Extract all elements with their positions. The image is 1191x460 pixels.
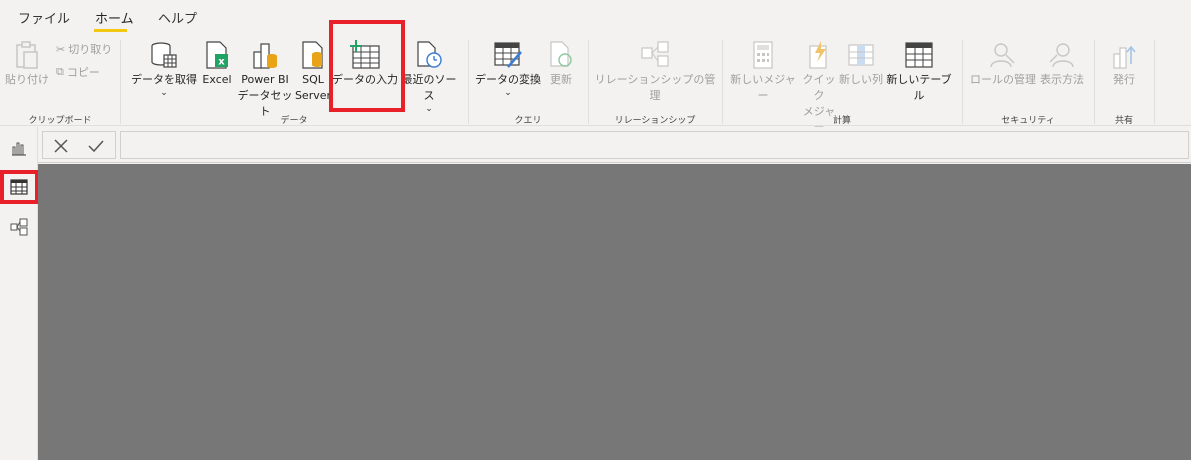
publish-label: 発行 <box>1113 73 1135 86</box>
relationships-icon <box>641 41 669 67</box>
powerbi-dataset-button[interactable]: Power BI データセット <box>235 40 295 120</box>
quick-measure-icon <box>809 41 827 69</box>
separator <box>588 40 589 124</box>
sql-server-icon <box>302 41 323 69</box>
scissors-icon: ✂ <box>56 42 66 56</box>
excel-button[interactable]: x Excel <box>200 40 234 88</box>
transform-data-button[interactable]: データの変換 ⌄ <box>474 40 542 98</box>
formula-bar <box>38 127 1191 163</box>
manage-relationships-button[interactable]: リレーションシップの管理 <box>594 40 716 104</box>
separator <box>120 40 121 124</box>
tab-home[interactable]: ホーム <box>95 8 134 27</box>
sql-label-2: Server <box>294 89 332 102</box>
excel-label: Excel <box>202 73 232 86</box>
new-table-label: 新しいテーブル <box>886 73 952 102</box>
paste-label: 貼り付け <box>5 73 49 86</box>
recent-sources-button[interactable]: 最近のソース ⌄ <box>398 40 460 114</box>
data-canvas <box>38 164 1191 460</box>
chevron-down-icon: ⌄ <box>160 88 168 98</box>
separator <box>962 40 963 124</box>
view-as-icon <box>1049 43 1074 68</box>
cut-button[interactable]: ✂ 切り取り <box>56 41 112 57</box>
new-measure-label: 新しいメジャー <box>730 73 796 102</box>
formula-actions <box>42 131 116 159</box>
sql-server-button[interactable]: SQL Server <box>294 40 332 104</box>
cut-label: 切り取り <box>68 43 113 56</box>
refresh-icon <box>550 41 572 67</box>
new-column-button[interactable]: 新しい列 <box>839 40 883 88</box>
ribbon-tabs: ファイル ホーム ヘルプ <box>0 0 1191 34</box>
share-group-label: 共有 <box>1114 116 1133 126</box>
calculator-icon <box>753 41 773 69</box>
manage-relationships-label: リレーションシップの管理 <box>594 73 716 102</box>
calc-group-label: 計算 <box>832 116 851 126</box>
highlight-enter-data <box>329 20 405 112</box>
database-icon <box>151 42 177 68</box>
manage-roles-label: ロールの管理 <box>970 73 1036 86</box>
report-view-icon[interactable] <box>9 138 29 158</box>
model-view-icon[interactable] <box>9 217 29 237</box>
sql-label-1: SQL <box>302 73 324 86</box>
chevron-down-icon: ⌄ <box>504 88 512 98</box>
separator <box>1154 40 1155 124</box>
publish-icon <box>1113 45 1136 69</box>
commit-check-icon[interactable] <box>87 138 105 154</box>
new-column-icon <box>848 44 874 66</box>
manage-roles-icon <box>990 43 1015 68</box>
powerbi-label-1: Power BI <box>241 73 289 86</box>
excel-icon: x <box>206 41 228 69</box>
new-measure-button[interactable]: 新しいメジャー <box>728 40 798 104</box>
copy-button[interactable]: ⧉ コピー <box>56 64 100 80</box>
transform-data-icon <box>494 42 522 68</box>
view-as-label: 表示方法 <box>1040 73 1084 86</box>
new-column-label: 新しい列 <box>839 73 883 86</box>
svg-text:x: x <box>218 57 225 68</box>
view-as-button[interactable]: 表示方法 <box>1036 40 1088 88</box>
publish-button[interactable]: 発行 <box>1104 40 1144 88</box>
new-table-icon <box>905 42 933 68</box>
security-group-label: セキュリティ <box>1001 116 1055 126</box>
recent-sources-icon <box>417 41 442 68</box>
paste-button[interactable]: 貼り付け <box>5 40 49 88</box>
paste-icon <box>16 41 38 69</box>
recent-sources-label: 最近のソース <box>401 73 457 102</box>
copy-label: コピー <box>66 66 100 79</box>
separator <box>1094 40 1095 124</box>
powerbi-dataset-icon <box>253 43 277 69</box>
data-group-label: データ <box>280 116 308 126</box>
get-data-button[interactable]: データを取得 ⌄ <box>130 40 198 98</box>
separator <box>722 40 723 124</box>
tab-file[interactable]: ファイル <box>18 8 70 27</box>
transform-data-label: データの変換 <box>475 73 541 86</box>
cancel-icon[interactable] <box>53 138 69 154</box>
refresh-button[interactable]: 更新 <box>544 40 578 88</box>
formula-input[interactable] <box>120 131 1189 159</box>
quick-measure-label-1: クイック <box>802 73 836 102</box>
separator <box>468 40 469 124</box>
clipboard-group-label: クリップボード <box>28 116 92 126</box>
refresh-label: 更新 <box>550 73 572 86</box>
query-group-label: クエリ <box>514 116 542 126</box>
copy-icon: ⧉ <box>56 65 64 78</box>
active-tab-indicator <box>94 29 127 32</box>
new-table-button[interactable]: 新しいテーブル <box>884 40 954 104</box>
highlight-data-view <box>0 170 39 204</box>
relationship-group-label: リレーションシップ <box>614 116 696 126</box>
get-data-label: データを取得 <box>131 73 197 86</box>
tab-help[interactable]: ヘルプ <box>158 8 197 27</box>
manage-roles-button[interactable]: ロールの管理 <box>968 40 1038 88</box>
